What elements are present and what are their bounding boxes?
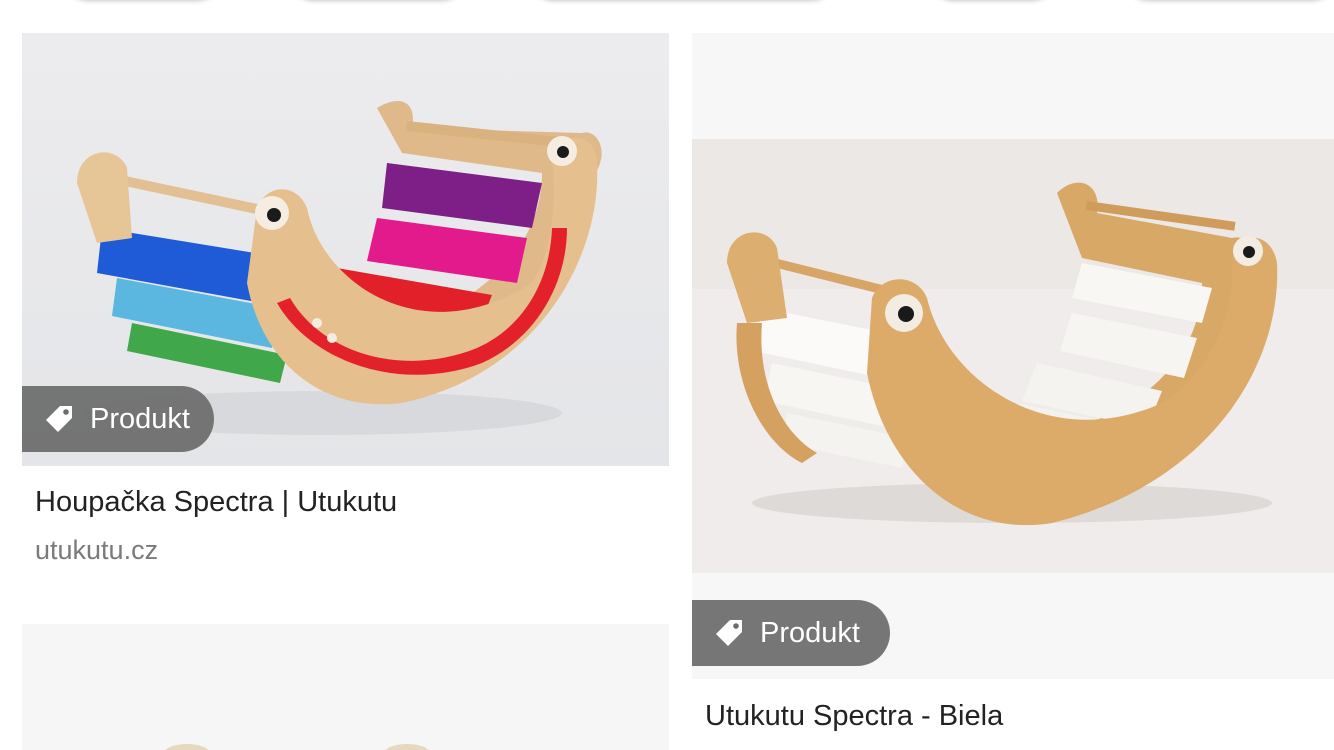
result-thumbnail[interactable]	[22, 624, 669, 750]
product-badge-label: Produkt	[90, 402, 190, 435]
filter-chips-row	[0, 0, 1334, 4]
result-title[interactable]: Utukutu Spectra - Biela	[705, 700, 1003, 733]
product-badge: Produkt	[22, 386, 214, 452]
partial-rocker-image	[22, 624, 669, 750]
result-card[interactable]: Produkt Utukutu Spectra - Biela	[692, 33, 1334, 750]
result-card[interactable]	[22, 624, 669, 750]
image-search-results: Produkt Houpačka Spectra | Utukutu utuku…	[0, 0, 1334, 750]
tag-icon	[42, 402, 76, 436]
product-badge-label: Produkt	[760, 616, 860, 649]
result-source[interactable]: utukutu.cz	[35, 535, 158, 566]
tag-icon	[712, 616, 746, 650]
result-card[interactable]: Produkt Houpačka Spectra | Utukutu utuku…	[22, 33, 669, 593]
result-thumbnail[interactable]	[692, 33, 1334, 679]
natural-rocker-image	[692, 139, 1334, 573]
result-title[interactable]: Houpačka Spectra | Utukutu	[35, 486, 397, 519]
product-badge: Produkt	[692, 600, 890, 666]
